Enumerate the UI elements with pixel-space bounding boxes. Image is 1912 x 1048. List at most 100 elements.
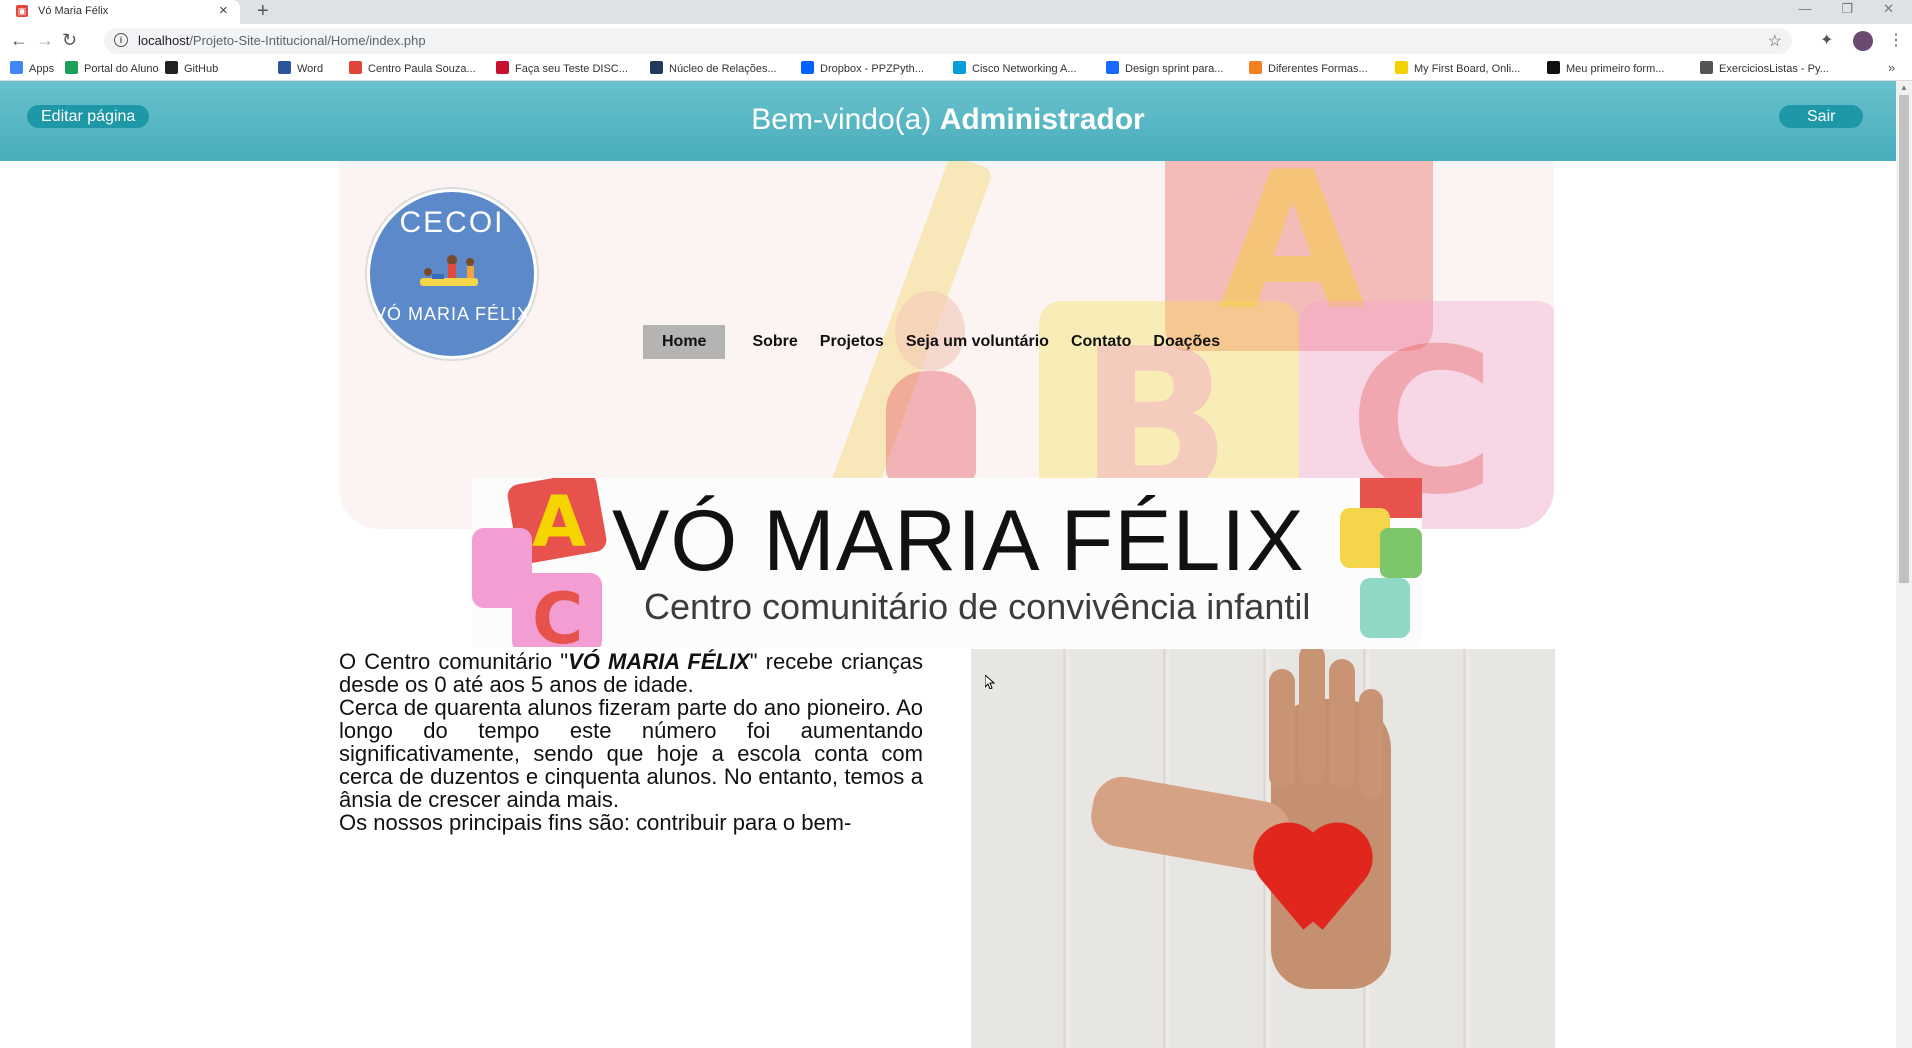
bookmark-icon: [953, 61, 966, 74]
svg-text:C: C: [532, 578, 583, 647]
finger-graphic: [1269, 669, 1295, 789]
browser-menu-icon[interactable]: ⋮: [1888, 30, 1904, 50]
mouse-cursor-icon: [985, 675, 995, 689]
admin-username: Administrador: [939, 103, 1145, 136]
bookmark-icon: [1395, 61, 1408, 74]
bookmark-item[interactable]: Centro Paula Souza...: [349, 61, 476, 75]
bookmark-label: Cisco Networking A...: [972, 63, 1077, 75]
bookmark-item[interactable]: Núcleo de Relações...: [650, 61, 777, 75]
address-bar[interactable]: i localhost/Projeto-Site-Intitucional/Ho…: [104, 28, 1792, 54]
main-nav: Home Sobre Projetos Seja um voluntário C…: [643, 325, 1231, 359]
bookmark-item[interactable]: Apps: [10, 61, 54, 75]
about-text: O Centro comunitário "VÓ MARIA FÉLIX" re…: [339, 650, 923, 834]
about-paragraph: Os nossos principais fins são: contribui…: [339, 810, 852, 835]
hero-header: A B C CECOI VÓ MARIA FÉLIX Home Sobre Pr…: [339, 161, 1554, 529]
profile-avatar[interactable]: [1853, 31, 1873, 51]
bookmark-label: Apps: [29, 63, 55, 75]
bookmark-label: Núcleo de Relações...: [669, 63, 777, 75]
heart-hands-photo: [971, 649, 1555, 1048]
bookmark-icon: [496, 61, 509, 74]
finger-graphic: [1359, 689, 1383, 799]
new-tab-icon[interactable]: +: [257, 0, 269, 23]
reload-icon[interactable]: ↻: [62, 30, 77, 51]
bookmark-item[interactable]: Design sprint para...: [1106, 61, 1223, 75]
nav-contato[interactable]: Contato: [1060, 325, 1142, 359]
puzzle-pieces-icon: [1340, 478, 1422, 638]
window-controls: — ❐ ✕: [1798, 1, 1894, 17]
forward-icon[interactable]: →: [36, 30, 54, 51]
svg-text:A: A: [532, 481, 586, 563]
admin-welcome: Bem-vindo(a) Administrador: [0, 103, 1896, 137]
nav-doacoes[interactable]: Doações: [1142, 325, 1231, 359]
scroll-thumb[interactable]: [1899, 95, 1909, 583]
bookmarks-bar: Apps Portal do Aluno GitHub Word Centro Paul…: [0, 58, 1912, 81]
bookmark-icon: [165, 61, 178, 74]
browser-tab[interactable]: ▣ Vó Maria Félix ×: [0, 0, 240, 24]
bookmark-label: Word: [297, 63, 324, 75]
minimize-icon[interactable]: —: [1798, 1, 1811, 17]
close-window-icon[interactable]: ✕: [1883, 1, 1894, 17]
scroll-up-icon[interactable]: ▲: [1900, 83, 1908, 92]
logout-button[interactable]: Sair: [1779, 105, 1864, 128]
banner-title: VÓ MARIA FÉLIX: [612, 493, 1305, 589]
bookmark-icon: [65, 61, 78, 74]
bookmark-icon: [278, 61, 291, 74]
page-scrollbar[interactable]: ▲: [1896, 81, 1912, 1048]
nav-voluntario[interactable]: Seja um voluntário: [895, 325, 1060, 359]
bookmark-icon: [1249, 61, 1262, 74]
bookmark-item[interactable]: Diferentes Formas...: [1249, 61, 1368, 75]
back-icon[interactable]: ←: [10, 30, 28, 51]
page-viewport: Editar página Bem-vindo(a) Administrador…: [0, 81, 1896, 1048]
close-tab-icon[interactable]: ×: [219, 2, 228, 19]
url-text: localhost/Projeto-Site-Intitucional/Home…: [138, 33, 426, 48]
site-favicon-icon: ▣: [16, 5, 28, 17]
bookmark-label: Diferentes Formas...: [1268, 63, 1368, 75]
bookmark-icon: [650, 61, 663, 74]
bookmark-label: GitHub: [184, 63, 219, 75]
bookmark-label: Design sprint para...: [1125, 63, 1224, 75]
nav-home[interactable]: Home: [643, 325, 726, 359]
bookmark-icon: [801, 61, 814, 74]
nav-sobre[interactable]: Sobre: [741, 325, 808, 359]
bookmark-item[interactable]: Portal do Aluno: [65, 61, 159, 75]
bookmark-icon: [349, 61, 362, 74]
logo-top-text: CECOI: [399, 206, 505, 239]
logo-bottom-text: VÓ MARIA FÉLIX: [373, 304, 531, 324]
more-bookmarks-icon[interactable]: »: [1888, 60, 1895, 75]
bookmark-label: Portal do Aluno: [84, 63, 159, 75]
children-playing-icon: [420, 255, 478, 286]
nav-projetos[interactable]: Projetos: [809, 325, 895, 359]
finger-graphic: [1299, 649, 1325, 784]
bookmark-item[interactable]: Meu primeiro form...: [1547, 61, 1664, 75]
bookmark-item[interactable]: ExerciciosListas - Py...: [1700, 61, 1829, 75]
bookmark-star-icon[interactable]: ☆: [1768, 31, 1782, 51]
bookmark-item[interactable]: Faça seu Teste DISC...: [496, 61, 628, 75]
brand-banner: A C VÓ MARIA FÉLIX Centro comunitário de…: [472, 478, 1422, 647]
bookmark-item[interactable]: GitHub: [165, 61, 218, 75]
bookmark-item[interactable]: Cisco Networking A...: [953, 61, 1077, 75]
extensions-icon[interactable]: ✦: [1820, 30, 1833, 50]
admin-bar: Editar página Bem-vindo(a) Administrador…: [0, 81, 1896, 161]
bookmark-label: Dropbox - PPZPyth...: [820, 63, 924, 75]
girl-dress-graphic: [886, 371, 976, 481]
cecoi-logo[interactable]: CECOI VÓ MARIA FÉLIX: [367, 189, 537, 359]
about-paragraph: O Centro comunitário "VÓ MARIA FÉLIX" re…: [339, 649, 923, 697]
browser-tab-strip: ▣ Vó Maria Félix × + — ❐ ✕: [0, 0, 1912, 24]
bookmark-icon: [10, 61, 23, 74]
bookmark-label: Meu primeiro form...: [1566, 63, 1665, 75]
finger-graphic: [1329, 659, 1355, 789]
bookmark-icon: [1547, 61, 1560, 74]
bookmark-label: Centro Paula Souza...: [368, 63, 476, 75]
about-paragraph: Cerca de quarenta alunos fizeram parte d…: [339, 695, 923, 812]
restore-icon[interactable]: ❐: [1841, 1, 1853, 17]
site-info-icon[interactable]: i: [114, 33, 128, 47]
browser-toolbar: ← → ↻ i localhost/Projeto-Site-Intitucio…: [0, 24, 1912, 58]
tab-title: Vó Maria Félix: [38, 5, 109, 17]
bookmark-label: ExerciciosListas - Py...: [1719, 63, 1829, 75]
bookmark-icon: [1106, 61, 1119, 74]
bookmark-label: My First Board, Onli...: [1414, 63, 1521, 75]
bookmark-icon: [1700, 61, 1713, 74]
bookmark-item[interactable]: Word: [278, 61, 323, 75]
bookmark-item[interactable]: My First Board, Onli...: [1395, 61, 1520, 75]
bookmark-item[interactable]: Dropbox - PPZPyth...: [801, 61, 924, 75]
